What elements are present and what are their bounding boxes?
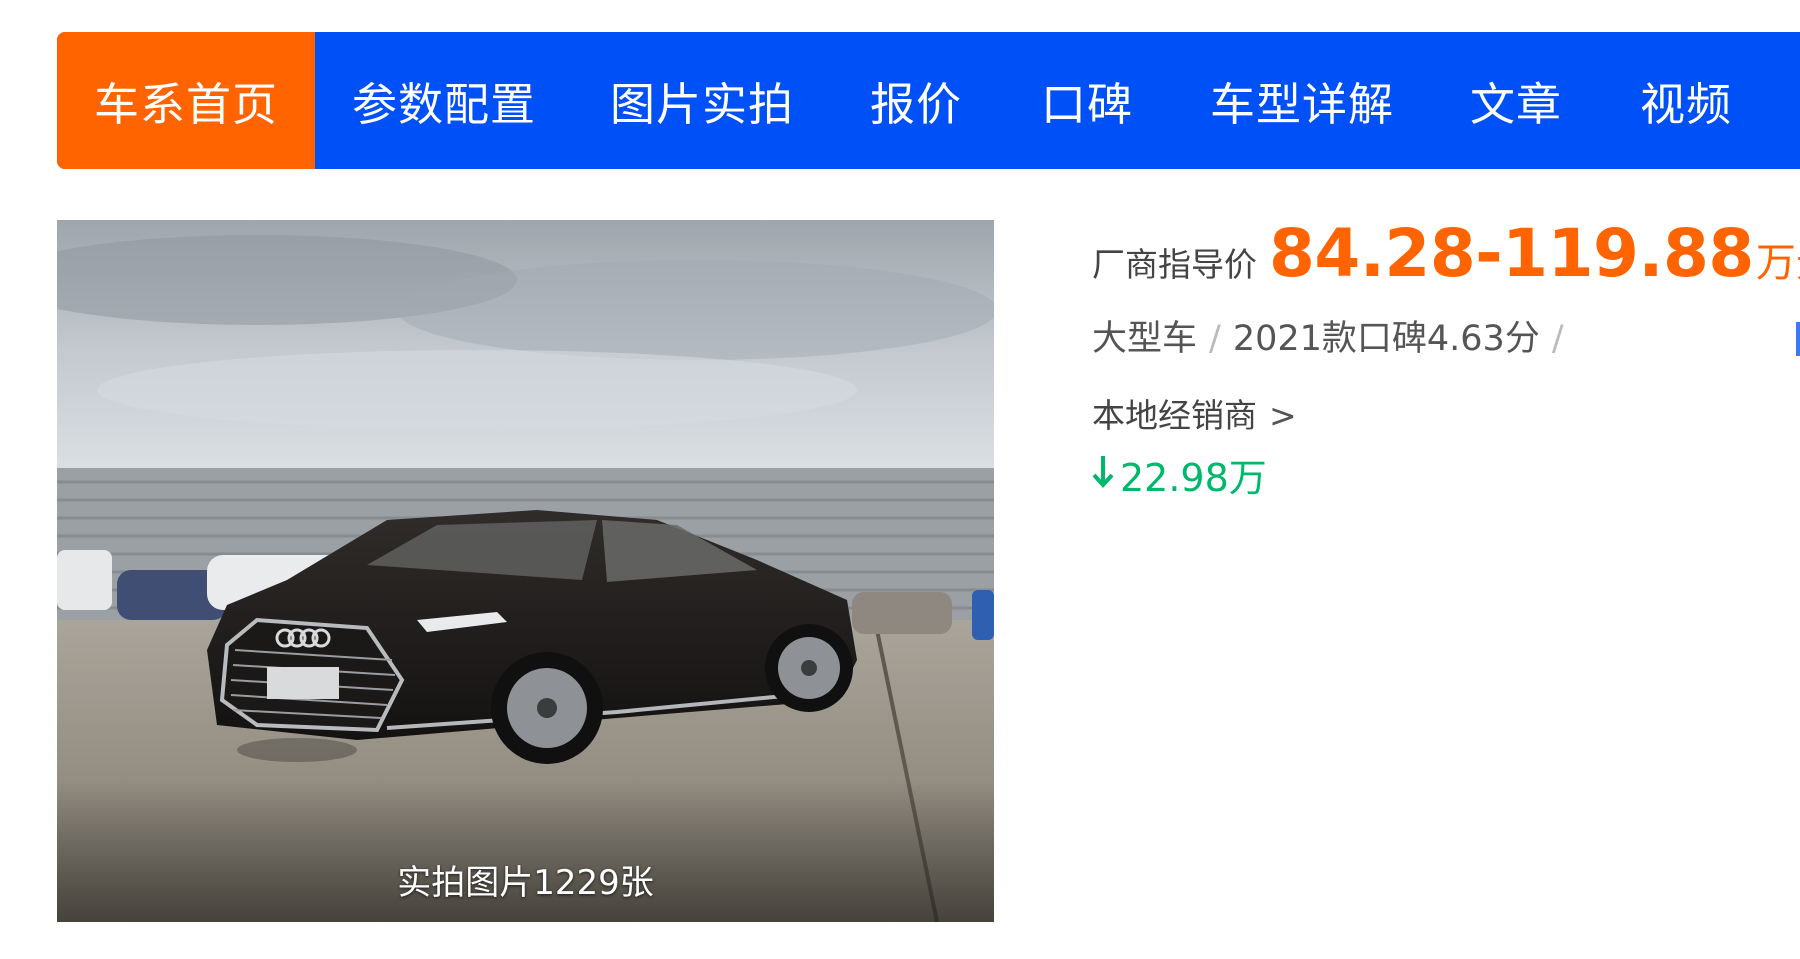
price-row: 厂商指导价 84.28-119.88 万元 xyxy=(1092,215,1800,292)
tab-model-details[interactable]: 车型详解 xyxy=(1173,32,1431,169)
chevron-right-icon: > xyxy=(1269,396,1297,435)
dealer-label: 本地经销商 xyxy=(1092,396,1257,435)
discount-row: 22.98万 xyxy=(1092,447,1800,502)
tab-specs[interactable]: 参数配置 xyxy=(315,32,573,169)
meta-separator: / xyxy=(1209,319,1221,359)
series-info-panel: 厂商指导价 84.28-119.88 万元 大型车/2021款口碑4.63分/ … xyxy=(1092,215,1800,502)
tab-series-home[interactable]: 车系首页 xyxy=(57,32,315,169)
car-photo-illustration xyxy=(57,220,994,922)
tab-videos[interactable]: 视频 xyxy=(1601,32,1771,169)
tab-reviews[interactable]: 口碑 xyxy=(1001,32,1173,169)
price-label: 厂商指导价 xyxy=(1092,245,1257,284)
tab-prices[interactable]: 报价 xyxy=(831,32,1001,169)
discount-value: 22.98万 xyxy=(1120,456,1267,500)
tab-photos[interactable]: 图片实拍 xyxy=(573,32,831,169)
series-meta-row: 大型车 / 2021款口碑4.63分 / xyxy=(1092,310,1800,361)
local-dealer-link[interactable]: 本地经销商 > xyxy=(1092,389,1800,437)
series-nav-bar: 车系首页 参数配置 图片实拍 报价 口碑 车型详解 文章 视频 xyxy=(57,32,1800,169)
tab-articles[interactable]: 文章 xyxy=(1431,32,1601,169)
price-range: 84.28-119.88 xyxy=(1269,215,1754,292)
vehicle-class-link[interactable]: 大型车 xyxy=(1092,319,1197,359)
meta-separator: / xyxy=(1551,319,1564,359)
price-unit: 万元 xyxy=(1755,240,1800,286)
car-photo[interactable]: 实拍图片1229张 xyxy=(57,220,994,922)
down-arrow-icon xyxy=(1092,453,1114,497)
rating-link[interactable]: 2021款口碑4.63分 xyxy=(1233,319,1540,359)
photo-count-caption[interactable]: 实拍图片1229张 xyxy=(57,855,994,904)
partial-edge-element xyxy=(1796,322,1800,356)
